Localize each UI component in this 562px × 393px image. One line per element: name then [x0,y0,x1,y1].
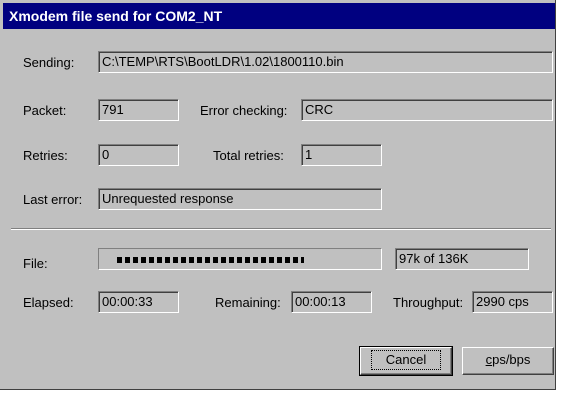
packet-label: Packet: [23,103,67,118]
xmodem-dialog: Xmodem file send for COM2_NT Sending: C:… [0,0,556,390]
throughput-label: Throughput: [393,295,464,310]
cps-bps-label: ps/bps [492,352,531,367]
file-progress-bar [98,248,382,270]
error-checking-label: Error checking: [200,103,288,118]
total-retries-label: Total retries: [213,148,284,163]
sending-label: Sending: [23,55,75,70]
retries-field: 0 [98,144,179,166]
cancel-button-label: Cancel [370,350,442,370]
file-label: File: [23,256,48,271]
cps-bps-button[interactable]: cps/bps [462,347,554,375]
remaining-label: Remaining: [215,295,281,310]
separator [11,228,551,230]
throughput-field: 2990 cps [472,291,553,313]
total-retries-field: 1 [301,144,382,166]
file-size-field: 97k of 136K [395,248,529,270]
packet-field: 791 [98,99,179,121]
remaining-field: 00:00:13 [291,291,372,313]
elapsed-label: Elapsed: [23,295,74,310]
sending-path-field: C:\TEMP\RTS\BootLDR\1.02\1800110.bin [98,51,553,73]
last-error-label: Last error: [23,192,83,207]
elapsed-field: 00:00:33 [98,291,179,313]
error-checking-field: CRC [301,99,553,121]
progress-fill [117,257,304,263]
retries-label: Retries: [23,148,68,163]
window-title[interactable]: Xmodem file send for COM2_NT [3,3,555,29]
cancel-button[interactable]: Cancel [359,346,453,376]
last-error-field: Unrequested response [98,188,382,210]
